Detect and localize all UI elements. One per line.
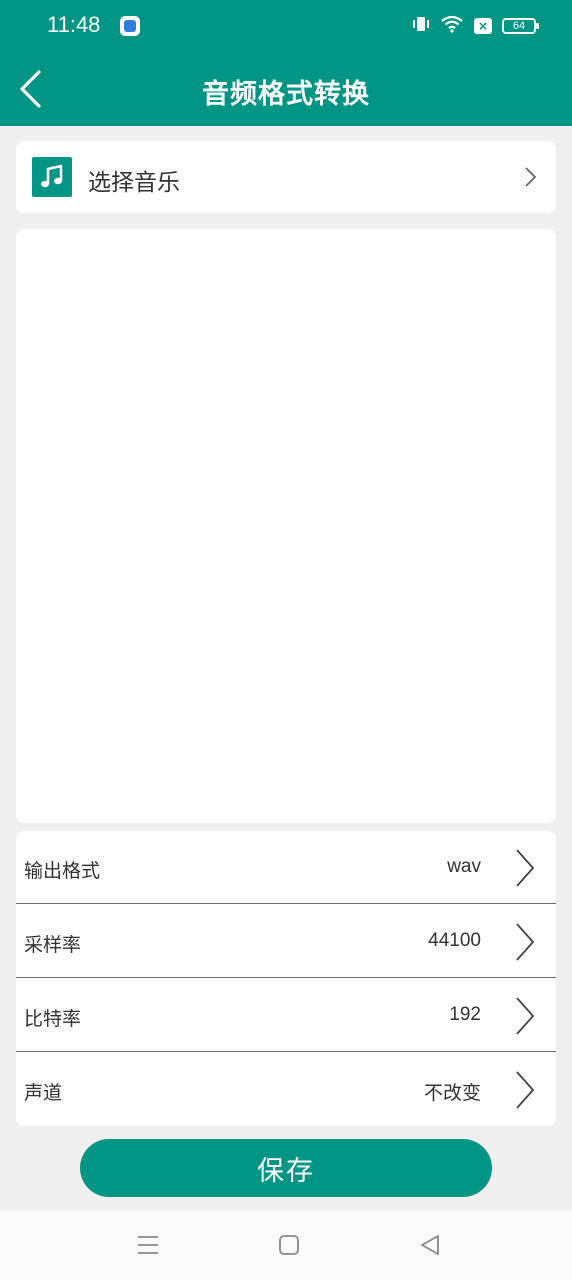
status-time: 11:48 xyxy=(47,12,101,37)
setting-bit-rate[interactable]: 比特率 192 xyxy=(16,979,556,1052)
setting-label: 声道 xyxy=(24,1082,63,1104)
setting-value: 192 xyxy=(449,1004,481,1025)
settings-list: 输出格式 wav 采样率 44100 比特率 192 声道 不改变 xyxy=(16,831,556,1126)
home-icon[interactable] xyxy=(276,1232,302,1258)
vibrate-icon xyxy=(412,15,430,37)
setting-channel[interactable]: 声道 不改变 xyxy=(16,1053,556,1126)
chevron-right-icon xyxy=(524,165,538,193)
select-music-row[interactable]: 选择音乐 xyxy=(16,141,556,213)
status-bar: 11:48 × 64 xyxy=(0,0,572,52)
chevron-right-icon xyxy=(514,996,536,1040)
setting-value: 不改变 xyxy=(423,1083,481,1104)
app-bar: 音频格式转换 xyxy=(0,52,572,126)
setting-label: 输出格式 xyxy=(24,860,101,882)
setting-label: 比特率 xyxy=(24,1008,82,1030)
app-notification-icon xyxy=(120,16,140,36)
battery-icon: 64 xyxy=(502,18,539,34)
page-title: 音频格式转换 xyxy=(202,79,370,110)
setting-value: wav xyxy=(447,856,481,877)
chevron-right-icon xyxy=(514,922,536,966)
setting-value: 44100 xyxy=(428,930,481,951)
wifi-icon xyxy=(440,15,464,37)
back-icon[interactable] xyxy=(417,1232,443,1258)
setting-label: 采样率 xyxy=(24,934,82,956)
chevron-right-icon xyxy=(514,848,536,892)
menu-icon[interactable] xyxy=(135,1232,161,1258)
setting-sample-rate[interactable]: 采样率 44100 xyxy=(16,905,556,978)
save-button[interactable]: 保存 xyxy=(80,1139,492,1197)
setting-output-format[interactable]: 输出格式 wav xyxy=(16,831,556,904)
music-note-icon xyxy=(32,157,72,197)
no-sim-icon: × xyxy=(474,18,492,34)
system-nav-bar xyxy=(0,1210,572,1280)
select-music-label: 选择音乐 xyxy=(88,170,180,196)
preview-area xyxy=(16,229,556,823)
status-icons: × 64 xyxy=(412,14,539,38)
chevron-right-icon xyxy=(514,1070,536,1114)
